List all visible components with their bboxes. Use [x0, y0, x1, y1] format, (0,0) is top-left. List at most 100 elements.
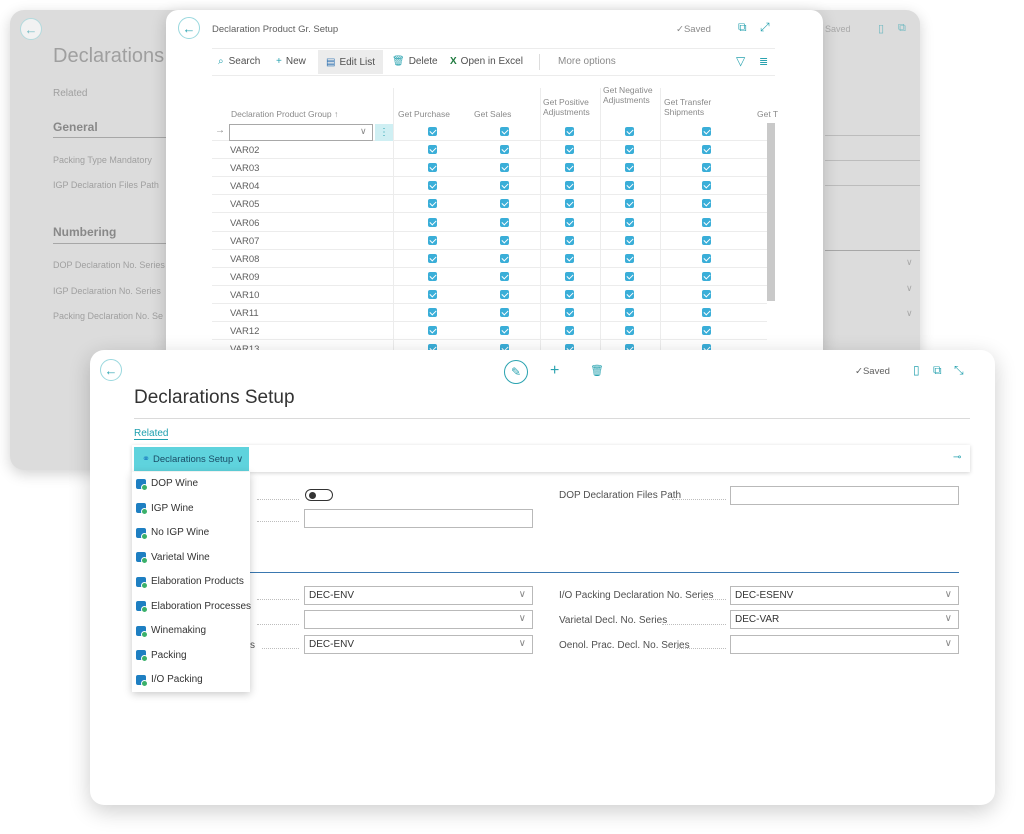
series-select-2[interactable]: ∨	[304, 610, 533, 629]
menu-item-varietal-wine[interactable]: Varietal Wine	[136, 552, 210, 564]
related-tab[interactable]: Related	[134, 428, 169, 440]
edit-list-button[interactable]: ▤ Edit List	[318, 50, 384, 74]
checkbox[interactable]	[565, 181, 574, 191]
checkbox[interactable]	[428, 163, 437, 173]
menu-item-elaboration-products[interactable]: Elaboration Products	[136, 576, 244, 589]
checkbox[interactable]	[500, 326, 509, 336]
checkbox[interactable]	[565, 235, 574, 245]
checkbox[interactable]	[625, 217, 634, 227]
checkbox[interactable]	[500, 145, 509, 155]
group-code[interactable]: VAR07	[230, 236, 259, 247]
chevron-down-icon[interactable]: ∨	[906, 257, 913, 268]
column-header-group[interactable]: Declaration Product Group ↑	[231, 109, 338, 119]
bookmark-icon[interactable]: ▯	[878, 22, 884, 35]
column-header-sales[interactable]: Get Sales	[474, 109, 511, 119]
checkbox[interactable]	[702, 308, 711, 317]
checkbox[interactable]	[702, 127, 711, 136]
open-in-excel-button[interactable]: X Open in Excel	[450, 56, 523, 67]
edit-pencil-icon[interactable]: ✎	[504, 360, 528, 384]
checkbox[interactable]	[565, 127, 574, 136]
menu-item-io-packing[interactable]: I/O Packing	[136, 674, 203, 687]
checkbox[interactable]	[702, 145, 711, 155]
checkbox[interactable]	[565, 217, 574, 227]
menu-item-packing[interactable]: Packing	[136, 650, 187, 662]
toggle-switch[interactable]	[305, 489, 333, 501]
filter-icon[interactable]: ▽	[736, 54, 745, 68]
delete-trash-icon[interactable]: 🗑	[590, 364, 604, 377]
scrollbar[interactable]	[767, 123, 775, 301]
checkbox[interactable]	[500, 308, 509, 317]
checkbox[interactable]	[428, 145, 437, 155]
chevron-down-icon[interactable]: ∨	[906, 283, 913, 294]
checkbox[interactable]	[625, 235, 634, 245]
checkbox[interactable]	[625, 199, 634, 209]
checkbox[interactable]	[565, 253, 574, 263]
open-new-window-icon[interactable]: ⧉	[933, 363, 942, 378]
checkbox[interactable]	[500, 217, 509, 227]
checkbox[interactable]	[500, 289, 509, 299]
more-options-button[interactable]: More options	[558, 56, 616, 67]
checkbox[interactable]	[565, 145, 574, 155]
delete-button[interactable]: 🗑 Delete	[392, 56, 438, 67]
checkbox[interactable]	[565, 163, 574, 173]
menu-item-elaboration-processes[interactable]: Elaboration Processes	[136, 601, 251, 613]
checkbox[interactable]	[702, 163, 711, 173]
table-row[interactable]: VAR09	[212, 268, 767, 286]
table-row[interactable]: VAR12	[212, 322, 767, 341]
new-plus-icon[interactable]: +	[550, 362, 559, 380]
group-code[interactable]: VAR03	[230, 163, 259, 174]
new-button[interactable]: + New	[276, 56, 306, 67]
checkbox[interactable]	[702, 326, 711, 336]
collapse-icon[interactable]: ⤡	[954, 363, 964, 378]
row-actions-icon[interactable]: ⋮	[375, 124, 393, 141]
checkbox[interactable]	[625, 127, 634, 136]
checkbox[interactable]	[702, 199, 711, 209]
back-icon[interactable]: ←	[100, 359, 122, 381]
open-new-window-icon[interactable]: ⧉	[898, 22, 906, 35]
group-code[interactable]: VAR09	[230, 272, 259, 283]
checkbox[interactable]	[500, 163, 509, 173]
group-code[interactable]: VAR02	[230, 145, 259, 156]
checkbox[interactable]	[625, 181, 634, 191]
checkbox[interactable]	[500, 235, 509, 245]
group-code[interactable]: VAR12	[230, 326, 259, 337]
table-row[interactable]: VAR03	[212, 159, 767, 178]
checkbox[interactable]	[500, 199, 509, 209]
checkbox[interactable]	[702, 271, 711, 281]
checkbox[interactable]	[428, 181, 437, 191]
expand-icon[interactable]: ⤢	[760, 20, 770, 35]
checkbox[interactable]	[702, 235, 711, 245]
column-header-more[interactable]: Get T	[757, 109, 778, 119]
checkbox[interactable]	[625, 253, 634, 263]
checkbox[interactable]	[428, 217, 437, 227]
checkbox[interactable]	[702, 181, 711, 191]
column-header-positive-adjustments[interactable]: Get Positive Adjustments	[543, 97, 598, 117]
table-row[interactable]: VAR10	[212, 286, 767, 304]
checkbox[interactable]	[625, 308, 634, 317]
series-select-3[interactable]: DEC-ENV ∨	[304, 635, 533, 654]
table-row[interactable]: VAR11	[212, 304, 767, 322]
search-button[interactable]: ⌕ Search	[218, 56, 260, 67]
declarations-setup-dropdown-button[interactable]: ⚭ Declarations Setup ∨	[134, 447, 249, 471]
io-packing-select[interactable]: DEC-ESENV ∨	[730, 586, 959, 605]
checkbox[interactable]	[625, 289, 634, 299]
checkbox[interactable]	[625, 271, 634, 281]
group-code[interactable]: VAR08	[230, 254, 259, 265]
group-code[interactable]: VAR05	[230, 199, 259, 210]
oenol-select[interactable]: ∨	[730, 635, 959, 654]
column-header-negative-adjustments[interactable]: Get Negative Adjustments	[603, 85, 658, 105]
checkbox[interactable]	[565, 289, 574, 299]
path-input[interactable]	[304, 509, 533, 528]
column-header-purchase[interactable]: Get Purchase	[398, 109, 450, 119]
group-code[interactable]: VAR11	[230, 308, 259, 319]
checkbox[interactable]	[565, 199, 574, 209]
pin-icon[interactable]: ⊸	[953, 452, 961, 463]
checkbox[interactable]	[625, 326, 634, 336]
checkbox[interactable]	[625, 145, 634, 155]
group-code[interactable]: VAR04	[230, 181, 259, 192]
related-link[interactable]: Related	[53, 88, 87, 99]
checkbox[interactable]	[428, 308, 437, 317]
checkbox[interactable]	[625, 163, 634, 173]
checkbox[interactable]	[565, 326, 574, 336]
dop-path-input[interactable]	[730, 486, 959, 505]
